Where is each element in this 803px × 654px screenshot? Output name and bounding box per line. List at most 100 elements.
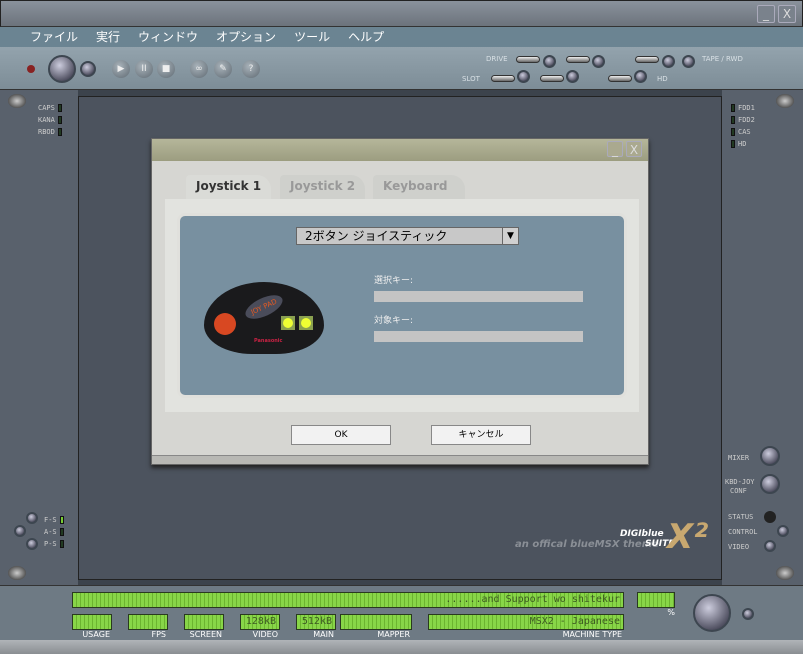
status-indicator: [764, 511, 776, 523]
video-label: VIDEO: [728, 543, 750, 551]
tape-slot[interactable]: [635, 56, 659, 63]
as-button[interactable]: [14, 525, 26, 537]
drive-b-slot[interactable]: [566, 56, 590, 63]
tab-joystick-2[interactable]: Joystick 2: [280, 175, 366, 199]
dialog-minimize-button[interactable]: _: [607, 141, 623, 157]
screw-icon: [776, 566, 794, 580]
menu-file[interactable]: ファイル: [30, 27, 78, 47]
power-knob[interactable]: [48, 55, 76, 83]
percent-label: %: [667, 608, 675, 617]
ps-led: P-S: [44, 538, 64, 550]
tape-eject[interactable]: [662, 55, 675, 68]
drive-a-slot[interactable]: [516, 56, 540, 63]
mixer-knob[interactable]: [760, 446, 780, 466]
reset-knob[interactable]: [80, 61, 96, 77]
fdd2-led: FDD2: [731, 114, 755, 126]
close-button[interactable]: X: [778, 5, 796, 23]
slot-label: SLOT: [462, 75, 480, 83]
help-button[interactable]: ?: [242, 60, 260, 78]
hd-eject[interactable]: [634, 70, 647, 83]
joystick-settings-panel: 2ボタン ジョイスティック ▼ JOY PAD Panasonic 選択キー: …: [177, 213, 627, 398]
drive-b-eject[interactable]: [592, 55, 605, 68]
message-display: ......and Support wo shitekur: [72, 592, 624, 608]
title-bar: _ X: [0, 0, 803, 27]
menu-help[interactable]: ヘルプ: [348, 27, 384, 47]
target-key-label: 対象キー:: [374, 316, 414, 326]
hd-slot[interactable]: [608, 75, 632, 82]
kana-led: KANA: [38, 114, 62, 126]
video-button[interactable]: [764, 540, 776, 552]
select-key-field[interactable]: [374, 291, 583, 302]
status-panel: ......and Support wo shitekur USAGE FPS …: [0, 585, 803, 640]
screw-icon: [776, 94, 794, 108]
ok-button[interactable]: OK: [291, 425, 391, 445]
joystick-config-dialog: _ X Joystick 1 Joystick 2 Keyboard 2ボタン …: [151, 138, 649, 465]
link-icon[interactable]: ∞: [190, 60, 208, 78]
theme-tagline: an offical blueMSX theme: [515, 539, 659, 550]
drive-label: DRIVE: [486, 55, 508, 63]
x2-logo: X²: [667, 517, 709, 557]
play-button[interactable]: ▶: [112, 60, 130, 78]
main-ram-label: MAIN: [313, 630, 334, 639]
slot-1[interactable]: [491, 75, 515, 82]
machine-type-label: MACHINE TYPE: [562, 630, 622, 639]
bottom-bar: [0, 640, 803, 654]
menu-tools[interactable]: ツール: [294, 27, 330, 47]
right-panel: FDD1 FDD2 CAS HD MIXER KBD-JOY CONF STAT…: [722, 90, 803, 585]
dialog-title-bar: _ X: [152, 139, 648, 161]
mixer-label: MIXER: [728, 454, 750, 462]
kbd-joy-conf-knob[interactable]: [760, 474, 780, 494]
speed-reset-button[interactable]: [742, 608, 754, 620]
drive-a-eject[interactable]: [543, 55, 556, 68]
dialog-close-button[interactable]: X: [626, 141, 642, 157]
hd-led: HD: [731, 138, 755, 150]
ps-button[interactable]: [26, 538, 38, 550]
control-label: CONTROL: [728, 528, 758, 536]
cas-led: CAS: [731, 126, 755, 138]
slot-1-eject[interactable]: [517, 70, 530, 83]
kbd-joy-label: KBD-JOY: [725, 478, 755, 486]
screw-icon: [8, 566, 26, 580]
mapper-label: MAPPER: [377, 630, 410, 639]
chevron-down-icon: ▼: [502, 228, 518, 244]
fs-led: F-S: [44, 514, 64, 526]
rbod-led: RBOD: [38, 126, 62, 138]
dialog-footer: [152, 455, 648, 464]
tape-rewind[interactable]: [682, 55, 695, 68]
main-ram-display: 512kB: [296, 614, 336, 630]
menu-bar: ファイル 実行 ウィンドウ オプション ツール ヘルプ: [0, 27, 803, 47]
left-panel: CAPS KANA RBOD F-S A-S P-S: [0, 90, 78, 585]
menu-options[interactable]: オプション: [216, 27, 276, 47]
cancel-button[interactable]: キャンセル: [431, 425, 531, 445]
fdd1-led: FDD1: [731, 102, 755, 114]
caps-led: CAPS: [38, 102, 62, 114]
tab-joystick-1[interactable]: Joystick 1: [186, 175, 272, 199]
target-key-field[interactable]: [374, 331, 583, 342]
video-ram-display: 128kB: [240, 614, 280, 630]
mapper-display: [340, 614, 412, 630]
select-key-label: 選択キー:: [374, 276, 414, 286]
fs-button[interactable]: [26, 512, 38, 524]
joystick-type-select[interactable]: 2ボタン ジョイスティック ▼: [296, 227, 519, 245]
stop-button[interactable]: ■: [157, 60, 175, 78]
as-led: A-S: [44, 526, 64, 538]
fps-display: [128, 614, 168, 630]
menu-run[interactable]: 実行: [96, 27, 120, 47]
tools-icon[interactable]: ✎: [214, 60, 232, 78]
tape-label: TAPE / RWD: [702, 55, 743, 63]
machine-type-display: MSX2 - Japanese: [428, 614, 624, 630]
fps-label: FPS: [151, 630, 166, 639]
conf-label: CONF: [730, 487, 747, 495]
tab-keyboard[interactable]: Keyboard: [373, 175, 465, 199]
slot-2-eject[interactable]: [566, 70, 579, 83]
percent-display: [637, 592, 675, 608]
toolbar: ▶ II ■ ∞ ✎ ? DRIVE SLOT TAPE / RWD HD: [0, 47, 803, 90]
minimize-button[interactable]: _: [757, 5, 775, 23]
control-button[interactable]: [777, 525, 789, 537]
pause-button[interactable]: II: [135, 60, 153, 78]
usage-display: [72, 614, 112, 630]
slot-2[interactable]: [540, 75, 564, 82]
speed-knob[interactable]: [693, 594, 731, 632]
menu-window[interactable]: ウィンドウ: [138, 27, 198, 47]
screw-icon: [8, 94, 26, 108]
